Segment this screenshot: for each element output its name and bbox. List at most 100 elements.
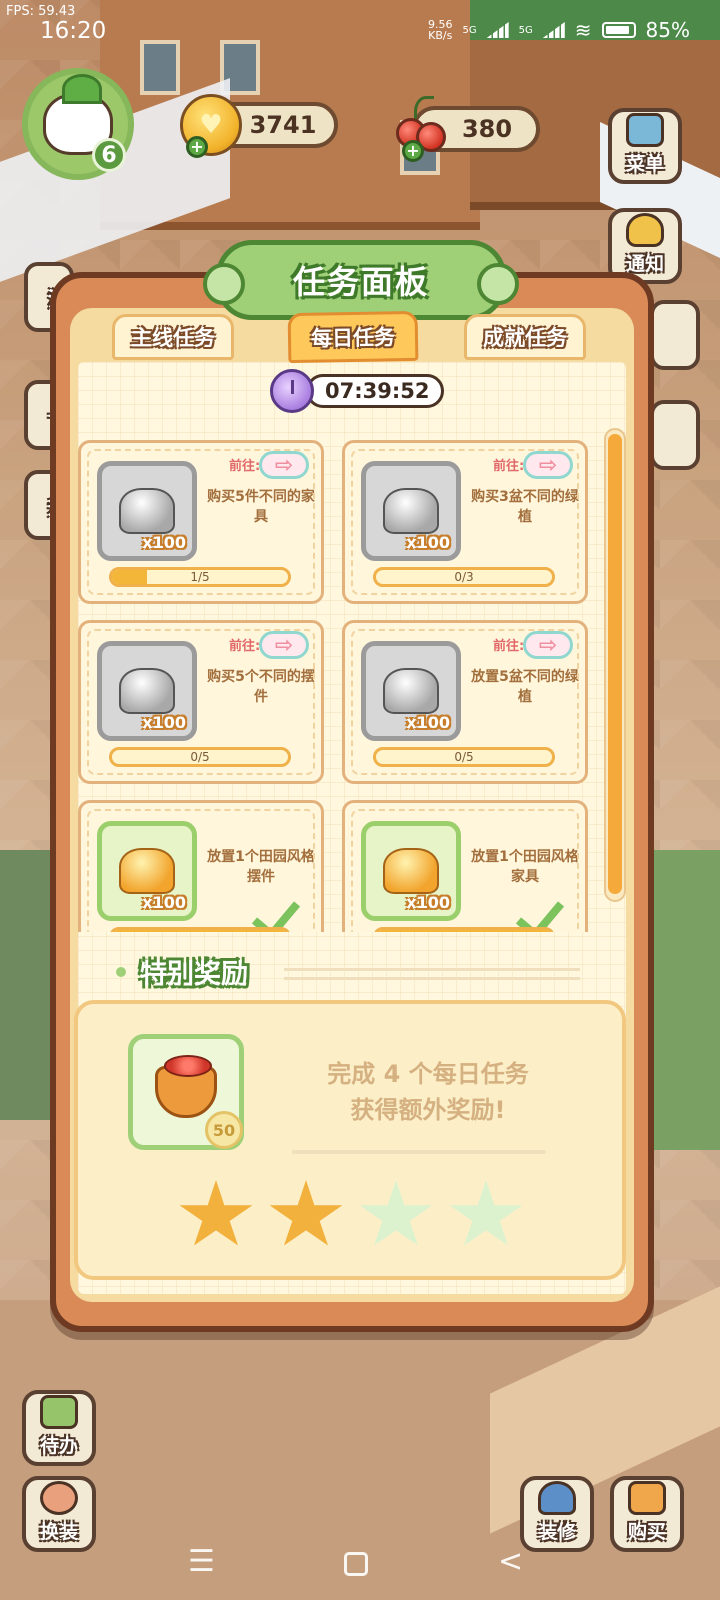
- wall-right: [650, 850, 720, 1150]
- coin-counter[interactable]: ♥ + 3741: [180, 94, 338, 158]
- scrollbar-thumb[interactable]: [608, 434, 622, 894]
- daily-reset-timer: 07:39:52: [270, 369, 445, 413]
- reward-quantity: x100: [142, 713, 186, 732]
- goto-label: 前往:: [229, 639, 261, 654]
- task-description: 购买5个不同的摆件: [207, 669, 315, 705]
- special-reward-description: 完成 4 个每日任务 获得额外奖励!: [278, 1056, 578, 1128]
- reward-quantity: x100: [406, 533, 450, 552]
- star-icon: [179, 1180, 253, 1246]
- sim2-label: 5G: [518, 24, 533, 36]
- task-description: 放置1个田园风格摆件: [207, 849, 315, 885]
- bullet-dot: [116, 966, 126, 977]
- network-speed-unit: KB/s: [428, 29, 453, 42]
- progress-fill: [112, 930, 288, 932]
- side-button-partial-right[interactable]: [650, 300, 700, 370]
- system-indicators: 9.56 KB/s 5G 5G ≋ 85%: [428, 18, 690, 42]
- sim1-label: 5G: [462, 24, 477, 36]
- character-icon: [40, 1481, 78, 1515]
- task-progress-bar: [373, 927, 555, 932]
- progress-text: 0/5: [454, 750, 474, 764]
- reward-box: x100: [97, 641, 197, 741]
- side-button-partial-right[interactable]: [650, 400, 700, 470]
- menu-label: 菜单: [625, 153, 664, 175]
- special-reward-card: 50 完成 4 个每日任务 获得额外奖励!: [74, 1000, 626, 1280]
- battery-icon: [601, 22, 636, 38]
- timer-countdown: 07:39:52: [306, 374, 445, 408]
- tab-achievements[interactable]: 成就任务: [464, 314, 586, 360]
- star-icon: [269, 1180, 343, 1246]
- player-avatar[interactable]: 6: [22, 68, 134, 180]
- stone-pile-icon: [119, 668, 175, 714]
- cherry-amount: 380: [461, 115, 513, 143]
- back-button[interactable]: <: [498, 1544, 523, 1579]
- task-progress-bar: 0/5: [373, 747, 555, 767]
- todo-label: 待办: [39, 1435, 78, 1457]
- task-card: x100 前往: ⇨ 购买5个不同的摆件 0/5: [78, 620, 324, 784]
- task-list[interactable]: x100 前往: ⇨ 购买5件不同的家具 1/5 x100 前往: ⇨ 购买3盆…: [74, 430, 604, 932]
- reward-quantity: x100: [142, 893, 186, 912]
- special-reward-line1: 完成 4 个每日任务: [327, 1060, 529, 1088]
- signal-icon: [542, 22, 565, 38]
- add-coins-button[interactable]: +: [186, 136, 208, 158]
- task-description: 放置1个田园风格家具: [471, 849, 579, 885]
- builder-icon: [538, 1481, 576, 1515]
- battery-level: 85%: [645, 18, 690, 42]
- shopping-bag-icon: [628, 1481, 666, 1515]
- special-divider: [292, 1150, 546, 1154]
- todo-button[interactable]: 待办: [22, 1390, 96, 1466]
- task-description: 购买3盆不同的绿植: [471, 489, 579, 525]
- progress-fill: [376, 930, 552, 932]
- fps-counter: FPS: 59.43: [6, 4, 76, 19]
- progress-stars: [178, 1180, 524, 1252]
- stone-pile-icon: [119, 488, 175, 534]
- task-list-scrollbar[interactable]: [604, 428, 626, 902]
- tab-main-quests[interactable]: 主线任务: [112, 314, 234, 360]
- goto-label: 前往:: [229, 459, 261, 474]
- recent-apps-button[interactable]: ☰: [188, 1544, 215, 1579]
- tab-daily-quests[interactable]: 每日任务: [287, 310, 419, 364]
- gold-pile-icon: [119, 848, 175, 894]
- header-divider: [284, 968, 580, 980]
- task-progress-bar: [109, 927, 291, 932]
- reward-quantity: 50: [205, 1111, 243, 1149]
- goto-button[interactable]: ⇨: [523, 631, 573, 659]
- special-reward-item[interactable]: 50: [128, 1034, 244, 1150]
- clock: 16:20: [40, 18, 107, 44]
- star-icon: [359, 1180, 433, 1246]
- task-progress-bar: 0/3: [373, 567, 555, 587]
- menu-icon: [626, 113, 664, 147]
- goto-button[interactable]: ⇨: [259, 451, 309, 479]
- task-description: 放置5盆不同的绿植: [471, 669, 579, 705]
- reward-quantity: x100: [406, 713, 450, 732]
- reward-box: x100: [361, 641, 461, 741]
- reward-box: x100: [97, 821, 197, 921]
- progress-text: 0/5: [190, 750, 210, 764]
- task-card: x100 前往: ⇨ 购买3盆不同的绿植 0/3: [342, 440, 588, 604]
- task-card: x100 前往: ⇨ 购买5件不同的家具 1/5: [78, 440, 324, 604]
- stone-pile-icon: [383, 668, 439, 714]
- panel-title: 任务面板: [292, 263, 429, 301]
- network-speed: 9.56 KB/s: [428, 19, 453, 41]
- special-reward-header: 特别奖励: [116, 952, 248, 991]
- coin-amount: 3741: [249, 111, 317, 139]
- star-icon: [449, 1180, 523, 1246]
- panel-title-banner: 任务面板: [203, 240, 519, 320]
- goto-button[interactable]: ⇨: [523, 451, 573, 479]
- notice-label: 通知: [625, 253, 664, 275]
- task-description: 购买5件不同的家具: [207, 489, 315, 525]
- goto-button[interactable]: ⇨: [259, 631, 309, 659]
- reward-box: x100: [97, 461, 197, 561]
- progress-text: 0/3: [454, 570, 474, 584]
- player-level-badge: 6: [92, 138, 126, 172]
- menu-button[interactable]: 菜单: [608, 108, 682, 184]
- wifi-icon: ≋: [574, 18, 592, 42]
- add-cherries-button[interactable]: +: [402, 140, 424, 162]
- stone-pile-icon: [383, 488, 439, 534]
- goto-label: 前往:: [493, 459, 525, 474]
- home-button[interactable]: [344, 1552, 368, 1576]
- special-reward-title: 特别奖励: [140, 959, 248, 990]
- cherry-counter[interactable]: + 380: [396, 96, 540, 162]
- task-card: x100 放置1个田园风格摆件: [78, 800, 324, 932]
- task-progress-bar: 1/5: [109, 567, 291, 587]
- system-navigation-bar: ☰ <: [0, 1530, 720, 1600]
